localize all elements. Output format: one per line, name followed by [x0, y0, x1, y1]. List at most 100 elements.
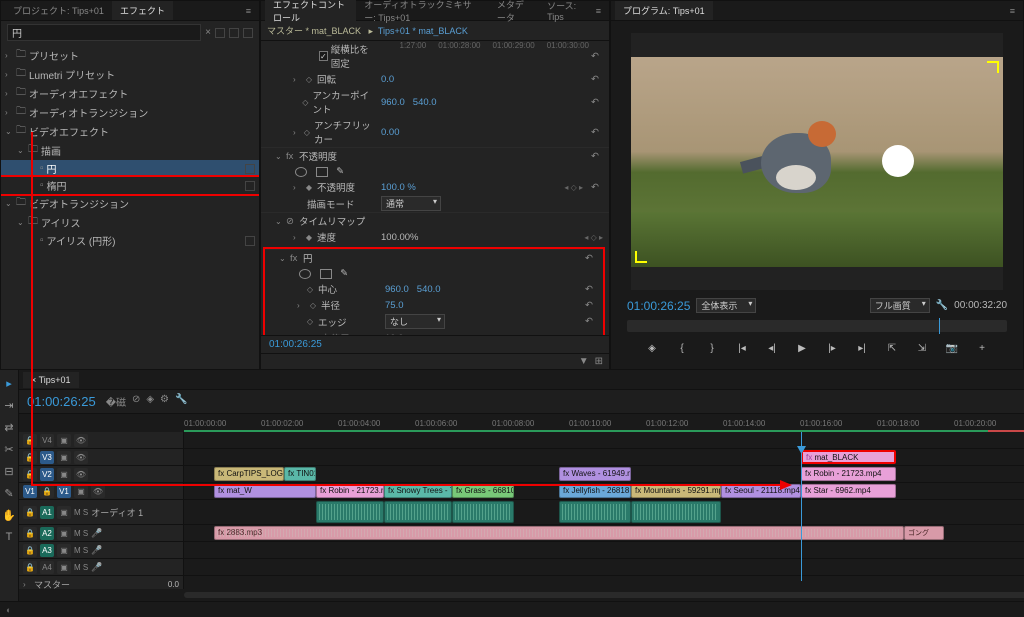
- track-target[interactable]: V3: [40, 451, 54, 464]
- marker-icon[interactable]: ◈: [146, 394, 154, 409]
- tree-item[interactable]: ⌄🗀ビデオエフェクト: [1, 122, 259, 141]
- clear-search-icon[interactable]: ×: [205, 27, 211, 38]
- clip[interactable]: fx Waves - 61949.mp4: [559, 467, 631, 481]
- src-patch[interactable]: V1: [23, 485, 37, 498]
- panel-menu-icon[interactable]: ≡: [242, 6, 255, 16]
- add-marker-button[interactable]: ◈: [641, 339, 663, 357]
- go-out-button[interactable]: ▸|: [851, 339, 873, 357]
- tree-item[interactable]: ▫楕円: [1, 177, 259, 194]
- reset-icon[interactable]: ↶: [581, 284, 597, 295]
- lock-aspect-checkbox[interactable]: [319, 51, 328, 61]
- program-scrubber[interactable]: [627, 320, 1007, 332]
- audio-clip[interactable]: [559, 501, 631, 523]
- track-target[interactable]: V4: [40, 434, 54, 447]
- anchor-x[interactable]: 960.0: [381, 97, 405, 108]
- program-timecode[interactable]: 01:00:26:25: [627, 299, 690, 313]
- tree-item[interactable]: ›🗀オーディオエフェクト: [1, 84, 259, 103]
- type-tool[interactable]: T: [0, 528, 18, 546]
- hand-tool[interactable]: ✋: [0, 506, 18, 524]
- razor-tool[interactable]: ✂: [0, 440, 18, 458]
- linked-sel-icon[interactable]: ⊘: [132, 394, 140, 409]
- ripple-tool[interactable]: ⇄: [0, 418, 18, 436]
- tree-item[interactable]: ⌄🗀描画: [1, 141, 259, 160]
- preset-badge-2[interactable]: [229, 28, 239, 38]
- mask-rect-icon[interactable]: [320, 269, 332, 279]
- track-lock[interactable]: 🔒: [23, 506, 37, 519]
- speed-value[interactable]: 100.00%: [381, 232, 419, 243]
- wrench-icon[interactable]: 🔧: [175, 394, 187, 409]
- wrench-icon[interactable]: 🔧: [936, 300, 948, 311]
- lift-button[interactable]: ⇱: [881, 339, 903, 357]
- tree-item[interactable]: ⌄🗀ビデオトランジション: [1, 194, 259, 213]
- preset-badge-3[interactable]: [243, 28, 253, 38]
- track-target[interactable]: V1: [57, 485, 71, 498]
- antiflicker-value[interactable]: 0.00: [381, 127, 400, 138]
- mark-out-button[interactable]: }: [701, 339, 723, 357]
- reset-icon[interactable]: ↶: [581, 300, 597, 311]
- track-target[interactable]: A3: [40, 544, 54, 557]
- mute-solo[interactable]: M S: [74, 563, 88, 572]
- track-lock[interactable]: 🔒: [23, 434, 37, 447]
- sequence-tab[interactable]: × Tips+01: [23, 372, 79, 388]
- mic-icon[interactable]: 🎤: [91, 528, 102, 539]
- mic-icon[interactable]: 🎤: [91, 545, 102, 556]
- timeline-ruler[interactable]: 01:00:00:0001:00:02:0001:00:04:0001:00:0…: [19, 414, 1024, 432]
- keyframe-toggle[interactable]: ◇: [305, 317, 315, 326]
- mute-solo[interactable]: M S: [74, 529, 88, 538]
- track-eye[interactable]: 👁: [91, 485, 105, 498]
- track-target[interactable]: A2: [40, 527, 54, 540]
- mask-ellipse-icon[interactable]: [299, 269, 311, 279]
- step-back-button[interactable]: ◂|: [761, 339, 783, 357]
- center-x[interactable]: 960.0: [385, 284, 409, 295]
- clip[interactable]: fx Grass - 66810.mp4: [452, 484, 514, 498]
- filter-icon[interactable]: ▼: [579, 356, 589, 367]
- go-in-button[interactable]: |◂: [731, 339, 753, 357]
- track-toggle[interactable]: ▣: [57, 506, 71, 519]
- fx-toggle[interactable]: fx: [290, 253, 300, 263]
- track-toggle[interactable]: ▣: [74, 485, 88, 498]
- mask-pen-icon[interactable]: ✎: [336, 166, 344, 177]
- mask-ellipse-icon[interactable]: [295, 167, 307, 177]
- anchor-y[interactable]: 540.0: [413, 97, 437, 108]
- tree-item[interactable]: ›🗀オーディオトランジション: [1, 103, 259, 122]
- clip-mat-black[interactable]: fx mat_BLACK: [801, 450, 896, 464]
- mute-solo[interactable]: M S: [74, 546, 88, 555]
- track-target[interactable]: A4: [40, 561, 54, 574]
- keyframe-toggle[interactable]: ◇: [303, 128, 311, 137]
- tree-item[interactable]: ›🗀プリセット: [1, 46, 259, 65]
- rotation-value[interactable]: 0.0: [381, 74, 394, 85]
- track-eye[interactable]: 👁: [74, 434, 88, 447]
- panel-menu-icon[interactable]: ≡: [592, 6, 605, 16]
- track-target[interactable]: V2: [40, 468, 54, 481]
- snap-icon[interactable]: �磁: [106, 394, 126, 409]
- slip-tool[interactable]: ⊟: [0, 462, 18, 480]
- keyframe-toggle[interactable]: ◆: [304, 183, 314, 192]
- track-eye[interactable]: 👁: [74, 451, 88, 464]
- panel-menu-icon[interactable]: ≡: [1006, 6, 1019, 16]
- playhead[interactable]: [801, 432, 802, 581]
- track-eye[interactable]: 👁: [74, 468, 88, 481]
- mask-pen-icon[interactable]: ✎: [340, 268, 348, 279]
- track-toggle[interactable]: ▣: [57, 561, 71, 574]
- track-target[interactable]: A1: [40, 506, 54, 519]
- reset-icon[interactable]: ↶: [581, 316, 597, 327]
- mask-rect-icon[interactable]: [316, 167, 328, 177]
- radius-value[interactable]: 75.0: [385, 300, 404, 311]
- step-fwd-button[interactable]: |▸: [821, 339, 843, 357]
- clip[interactable]: fx CarpTIPS_LOGO_21040: [214, 467, 284, 481]
- audio-clip[interactable]: ゴング: [904, 526, 944, 540]
- keyframe-toggle[interactable]: ◇: [301, 98, 310, 107]
- quality-dropdown[interactable]: フル画質: [870, 298, 930, 313]
- track-lock[interactable]: 🔒: [23, 451, 37, 464]
- clip-link[interactable]: Tips+01 * mat_BLACK: [378, 26, 468, 36]
- ec-timecode[interactable]: 01:00:26:25: [261, 335, 609, 353]
- reset-icon[interactable]: ↶: [587, 97, 603, 108]
- blend-mode-dropdown[interactable]: 通常: [381, 196, 441, 211]
- export-frame-button[interactable]: 📷: [941, 339, 963, 357]
- tree-item[interactable]: ▫円: [1, 160, 259, 177]
- reset-icon[interactable]: ↶: [587, 127, 603, 138]
- audio-clip[interactable]: [384, 501, 452, 523]
- clip[interactable]: fx Robin - 21723.mp4: [316, 484, 384, 498]
- effects-search-input[interactable]: [7, 24, 201, 41]
- reset-icon[interactable]: ↶: [581, 253, 597, 264]
